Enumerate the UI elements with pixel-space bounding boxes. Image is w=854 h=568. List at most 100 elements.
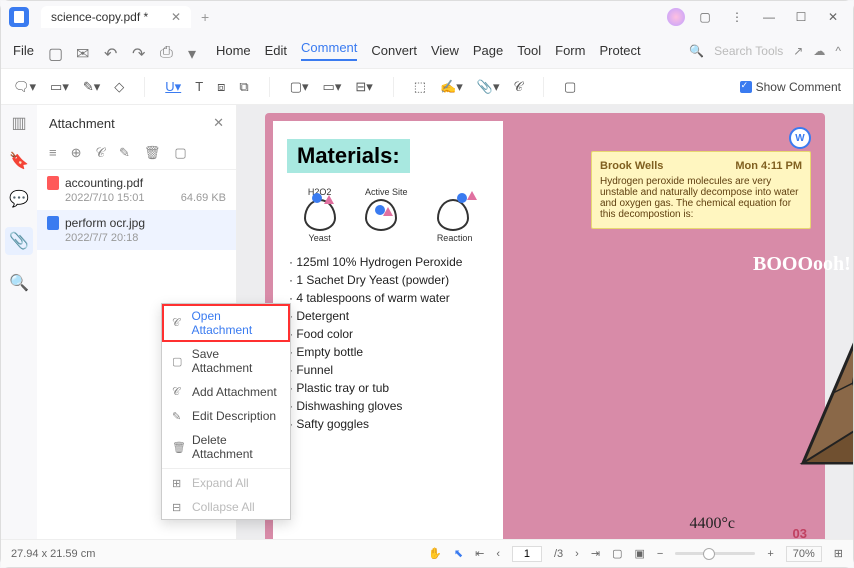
fullscreen-icon[interactable]: ⊞: [834, 547, 843, 560]
collapse-icon: ⊟: [172, 501, 184, 514]
save-attachment-icon[interactable]: ▢: [174, 145, 186, 161]
search-icon[interactable]: 🔍: [689, 44, 704, 58]
menu-tool[interactable]: Tool: [517, 43, 541, 58]
delete-attachment-icon[interactable]: 🗑: [144, 145, 161, 161]
menu-protect[interactable]: Protect: [599, 43, 640, 58]
callout-tool-icon[interactable]: ⧉: [239, 79, 248, 95]
print-dropdown-icon[interactable]: ▾: [188, 44, 202, 58]
file-tab[interactable]: science-copy.pdf * ✕: [41, 6, 191, 28]
zoom-slider[interactable]: [675, 552, 755, 555]
zoom-out-icon[interactable]: −: [657, 548, 663, 560]
kebab-icon[interactable]: ⋮: [725, 10, 749, 24]
zoom-value[interactable]: 70%: [786, 546, 822, 562]
highlight-tool-icon[interactable]: ▭▾: [50, 79, 69, 95]
minimize-button[interactable]: —: [757, 10, 781, 24]
edit-attachment-icon[interactable]: ✎: [119, 145, 130, 161]
ctx-expand-all: ⊞Expand All: [162, 471, 290, 495]
pdf-icon: [47, 176, 59, 190]
shape-tool-icon[interactable]: ▢▾: [290, 79, 309, 95]
show-comment-checkbox[interactable]: [740, 81, 752, 93]
save-icon[interactable]: ▢: [48, 44, 62, 58]
account-icon[interactable]: [667, 8, 685, 26]
note-tool-icon[interactable]: 🗨▾: [13, 79, 36, 95]
note-author: Brook Wells: [600, 160, 663, 172]
stamp2-tool-icon[interactable]: ⬚: [414, 79, 426, 95]
search-placeholder[interactable]: Search Tools: [714, 44, 783, 58]
stamp-tool-icon[interactable]: ▭▾: [323, 79, 342, 95]
signature-tool-icon[interactable]: ✍▾: [440, 79, 463, 95]
document-canvas[interactable]: Materials: H2O2Yeast Active Site Reactio…: [237, 105, 853, 539]
diagram-area: H2O2Yeast Active Site Reaction: [273, 183, 503, 247]
nav-rail: ▥ 🔖 💬 📎 🔍: [1, 105, 37, 539]
ctx-delete-attachment[interactable]: 🗑Delete Attachment: [162, 428, 290, 466]
new-tab-button[interactable]: +: [201, 9, 209, 25]
eraser-tool-icon[interactable]: ◇: [114, 79, 124, 95]
last-page-icon[interactable]: ⇥: [591, 547, 600, 560]
hand-tool-icon[interactable]: ✋: [428, 547, 442, 560]
clip-icon: 𝒞: [172, 386, 184, 399]
mail-icon[interactable]: ✉: [76, 44, 90, 58]
comment-panel-icon[interactable]: 💬: [9, 189, 29, 209]
paperclip-tool-icon[interactable]: 𝒞: [514, 79, 523, 95]
measure-tool-icon[interactable]: ⊟▾: [355, 79, 372, 95]
textbox-tool-icon[interactable]: ⧈: [217, 79, 225, 95]
redo-icon[interactable]: ↷: [132, 44, 146, 58]
menu-comment[interactable]: Comment: [301, 40, 357, 61]
menu-home[interactable]: Home: [216, 43, 251, 58]
note-time: Mon 4:11 PM: [735, 160, 802, 172]
first-page-icon[interactable]: ⇤: [475, 547, 484, 560]
fit-page-icon[interactable]: ▣: [634, 547, 644, 560]
next-page-icon[interactable]: ›: [575, 548, 579, 560]
comment-toolbar: 🗨▾ ▭▾ ✎▾ ◇ U▾ T ⧈ ⧉ ▢▾ ▭▾ ⊟▾ ⬚ ✍▾ 📎▾ 𝒞 ▢…: [1, 69, 853, 105]
text-tool-icon[interactable]: T: [195, 79, 203, 94]
maximize-button[interactable]: ☐: [789, 10, 813, 24]
list-view-icon[interactable]: ≡: [49, 145, 57, 161]
menu-edit[interactable]: Edit: [265, 43, 287, 58]
titlebar: science-copy.pdf * ✕ + ▢ ⋮ — ☐ ✕: [1, 1, 853, 33]
undo-icon[interactable]: ↶: [104, 44, 118, 58]
expand-icon: ⊞: [172, 477, 184, 490]
ctx-add-attachment[interactable]: 𝒞Add Attachment: [162, 380, 290, 404]
close-tab-icon[interactable]: ✕: [171, 10, 181, 24]
ctx-save-attachment[interactable]: ▢Save Attachment: [162, 342, 290, 380]
chevron-up-icon[interactable]: ^: [835, 44, 841, 58]
link-attachment-icon[interactable]: 𝒞: [96, 145, 105, 161]
fit-width-icon[interactable]: ▢: [612, 547, 622, 560]
sticky-note[interactable]: Brook WellsMon 4:11 PM Hydrogen peroxide…: [591, 151, 811, 229]
show-comment-label: Show Comment: [756, 80, 841, 94]
ctx-edit-description[interactable]: ✎Edit Description: [162, 404, 290, 428]
pencil-tool-icon[interactable]: ✎▾: [83, 79, 100, 95]
materials-list: 125ml 10% Hydrogen Peroxide1 Sachet Dry …: [273, 247, 503, 439]
cloud-icon[interactable]: ☁: [813, 44, 825, 58]
open-icon[interactable]: ↗: [793, 44, 803, 58]
page-input[interactable]: [512, 546, 542, 562]
pdf-page: Materials: H2O2Yeast Active Site Reactio…: [265, 113, 825, 539]
prev-page-icon[interactable]: ‹: [496, 548, 500, 560]
add-attachment-icon[interactable]: ⊕: [71, 145, 82, 161]
attachment-item-selected[interactable]: perform ocr.jpg 2022/7/7 20:18: [37, 210, 236, 250]
menu-form[interactable]: Form: [555, 43, 585, 58]
attachment-item[interactable]: accounting.pdf 2022/7/10 15:0164.69 KB: [37, 170, 236, 210]
underline-tool-icon[interactable]: U▾: [165, 79, 181, 95]
menubar: File ▢ ✉ ↶ ↷ ⎙ ▾ Home Edit Comment Conve…: [1, 33, 853, 69]
notification-icon[interactable]: ▢: [693, 10, 717, 24]
search-panel-icon[interactable]: 🔍: [9, 273, 29, 293]
bookmark-icon[interactable]: 🔖: [9, 151, 29, 171]
thumbnails-icon[interactable]: ▥: [9, 113, 29, 133]
word-export-badge[interactable]: W: [789, 127, 811, 149]
select-tool-icon[interactable]: ⬉: [454, 547, 463, 560]
attachment-panel-icon[interactable]: 📎: [5, 227, 33, 255]
menu-convert[interactable]: Convert: [371, 43, 417, 58]
file-menu[interactable]: File: [13, 43, 34, 58]
close-window-button[interactable]: ✕: [821, 10, 845, 24]
menu-view[interactable]: View: [431, 43, 459, 58]
hide-tool-icon[interactable]: ▢: [564, 79, 576, 95]
menu-page[interactable]: Page: [473, 43, 503, 58]
close-panel-icon[interactable]: ✕: [213, 115, 224, 131]
print-icon[interactable]: ⎙: [160, 44, 174, 58]
attach-tool-icon[interactable]: 📎▾: [477, 79, 500, 95]
panel-title: Attachment: [49, 116, 115, 131]
zoom-in-icon[interactable]: +: [767, 548, 773, 560]
trash-icon: 🗑: [172, 441, 184, 454]
ctx-open-attachment[interactable]: 𝒞Open Attachment: [162, 304, 290, 342]
